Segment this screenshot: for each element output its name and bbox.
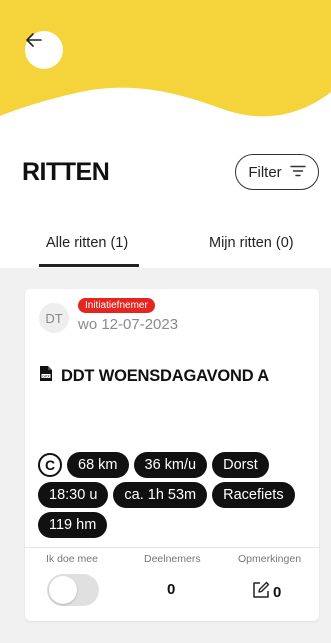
- active-tab-indicator: [39, 264, 139, 267]
- organizer-badge: Initiatiefnemer: [78, 298, 155, 313]
- speed-chip: 36 km/u: [133, 452, 208, 478]
- title-row: RITTEN Filter: [0, 150, 331, 198]
- chip-row: C 68 km 36 km/u Dorst: [38, 452, 308, 478]
- ride-card[interactable]: DT Initiatiefnemer wo 12-07-2023 GPX DDT…: [25, 289, 319, 621]
- chip-row: 18:30 u ca. 1h 53m Racefiets: [38, 482, 308, 508]
- tab-bar: Alle ritten (1) Mijn ritten (0): [0, 228, 331, 268]
- gpx-file-icon: GPX: [39, 365, 53, 387]
- bike-type-chip: Racefiets: [212, 482, 295, 508]
- ride-title: DDT WOENSDAGAVOND A: [61, 366, 269, 385]
- filter-label: Filter: [248, 163, 282, 181]
- ride-date: wo 12-07-2023: [78, 316, 179, 333]
- join-label: Ik doe mee: [46, 553, 98, 565]
- start-time-chip: 18:30 u: [38, 482, 109, 508]
- elevation-chip: 119 hm: [38, 512, 108, 538]
- tab-all-rides[interactable]: Alle ritten (1): [46, 235, 128, 251]
- page-title: RITTEN: [22, 158, 110, 186]
- filter-lines-icon: [289, 164, 306, 181]
- divider: [25, 547, 319, 548]
- location-chip: Dorst: [212, 452, 269, 478]
- notes-count: 0: [273, 584, 282, 601]
- chip-row: 119 hm: [38, 512, 308, 538]
- notes-button[interactable]: 0: [251, 580, 281, 605]
- svg-text:GPX: GPX: [42, 374, 50, 378]
- distance-chip: 68 km: [67, 452, 129, 478]
- back-button[interactable]: [25, 31, 63, 69]
- join-toggle[interactable]: [47, 574, 99, 606]
- participants-count: 0: [167, 581, 176, 598]
- ride-details: C 68 km 36 km/u Dorst 18:30 u ca. 1h 53m…: [38, 452, 308, 542]
- tab-my-rides[interactable]: Mijn ritten (0): [209, 235, 294, 251]
- filter-button[interactable]: Filter: [235, 154, 319, 190]
- edit-note-icon: [251, 580, 271, 605]
- header: [0, 0, 331, 140]
- participants-label: Deelnemers: [144, 553, 201, 565]
- avatar: DT: [39, 303, 69, 333]
- notes-label: Opmerkingen: [238, 553, 302, 565]
- header-wave: [0, 0, 331, 117]
- category-badge: C: [38, 453, 62, 477]
- toggle-knob: [49, 576, 77, 604]
- ride-title-row: GPX DDT WOENSDAGAVOND A: [39, 365, 269, 387]
- duration-chip: ca. 1h 53m: [113, 482, 208, 508]
